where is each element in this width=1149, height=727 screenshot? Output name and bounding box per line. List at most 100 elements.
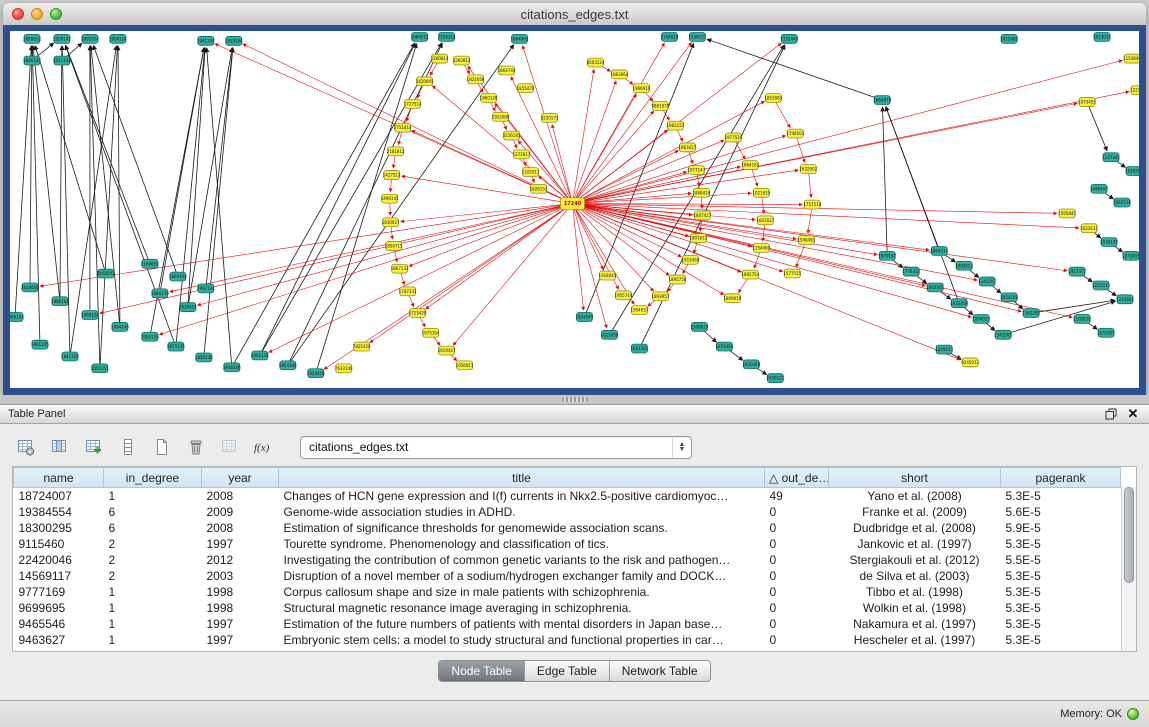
table-cell[interactable]: Nakamura et al. (1997) <box>829 616 1001 632</box>
table-cell[interactable]: 0 <box>765 552 829 568</box>
graph-node[interactable]: 1904553 <box>955 261 973 270</box>
graph-node[interactable]: 1102610 <box>1073 315 1091 324</box>
graph-edge[interactable] <box>409 204 573 267</box>
table-row[interactable]: 2242004622012Investigating the contribut… <box>14 552 1121 568</box>
graph-node[interactable]: 1920450 <box>307 369 325 378</box>
graph-node[interactable]: 1154840 <box>1123 54 1139 63</box>
memory-status-icon[interactable] <box>1127 708 1139 720</box>
graph-edge[interactable] <box>90 46 100 368</box>
graph-node[interactable]: 1853083 <box>764 94 782 103</box>
graph-edge[interactable] <box>232 43 415 367</box>
graph-node[interactable]: 1860128 <box>480 94 498 103</box>
table-row[interactable]: 977716911998Corpus callosum shape and si… <box>14 584 1121 600</box>
graph-node[interactable]: 3220171 <box>541 113 559 122</box>
graph-node[interactable]: 1508619 <box>690 322 708 331</box>
table-cell[interactable]: 1 <box>104 584 202 600</box>
graph-node[interactable]: 1601627 <box>756 216 774 225</box>
table-cell[interactable]: Investigating the contribution of common… <box>279 552 765 568</box>
table-cell[interactable]: 9777169 <box>14 584 104 600</box>
graph-node[interactable]: 1854106 <box>279 361 297 370</box>
graph-node[interactable]: 1954937 <box>631 306 649 315</box>
table-cell[interactable]: 2 <box>104 552 202 568</box>
graph-edge[interactable] <box>40 204 573 287</box>
table-row[interactable]: 1938455462009Genome-wide association stu… <box>14 504 1121 520</box>
graph-node[interactable]: 1915469 <box>681 255 699 264</box>
tab-edge-table[interactable]: Edge Table <box>525 661 610 681</box>
table-cell[interactable]: 5.3E-5 <box>1001 568 1121 584</box>
graph-edge[interactable] <box>573 60 1123 203</box>
table-cell[interactable]: 19384554 <box>14 504 104 520</box>
graph-node[interactable]: 2060501 <box>97 269 115 278</box>
graph-node[interactable]: 1809619 <box>723 294 741 303</box>
graph-edge[interactable] <box>32 46 40 345</box>
column-header[interactable]: title <box>279 468 765 488</box>
graph-node[interactable]: 1595845 <box>1058 209 1076 218</box>
graph-node[interactable]: 1841109 <box>61 352 79 361</box>
graph-node[interactable]: 1863064 <box>611 70 629 79</box>
minimize-window-button[interactable] <box>31 8 43 20</box>
table-cell[interactable]: 2009 <box>202 504 279 520</box>
table-cell[interactable]: Corpus callosum shape and size in male p… <box>279 584 765 600</box>
graph-edge[interactable] <box>432 86 572 204</box>
table-cell[interactable]: 2 <box>104 536 202 552</box>
graph-node[interactable]: 2050139 <box>141 332 159 341</box>
graph-edge[interactable] <box>15 46 31 317</box>
table-cell[interactable]: Estimation of significance thresholds fo… <box>279 520 765 536</box>
graph-edge[interactable] <box>288 45 514 366</box>
table-cell[interactable]: 0 <box>765 600 829 616</box>
window-titlebar[interactable]: citations_edges.txt <box>3 3 1146 26</box>
graph-node[interactable]: 1922008 <box>492 112 510 121</box>
graph-edge[interactable] <box>269 204 573 353</box>
graph-edge[interactable] <box>573 43 665 204</box>
table-cell[interactable]: 2008 <box>202 488 279 505</box>
close-panel-icon[interactable]: ✕ <box>1125 407 1141 421</box>
table-cell[interactable]: 6 <box>104 520 202 536</box>
table-cell[interactable]: 1 <box>104 632 202 648</box>
table-cell[interactable]: Wolkin et al. (1998) <box>829 600 1001 616</box>
graph-node[interactable]: 1227341 <box>1102 153 1120 162</box>
table-cell[interactable]: 9465546 <box>14 616 104 632</box>
graph-node[interactable]: 1427512 <box>383 171 401 180</box>
graph-edge[interactable] <box>60 46 62 301</box>
delete-column-icon[interactable] <box>184 436 208 458</box>
graph-node[interactable]: 1962157 <box>667 121 685 130</box>
graph-node[interactable]: 1880104 <box>10 313 24 322</box>
table-scrollbar[interactable] <box>1121 486 1136 651</box>
graph-edge[interactable] <box>35 45 106 273</box>
graph-node[interactable]: 1977147 <box>687 166 705 175</box>
graph-node[interactable]: 9245012 <box>961 358 979 367</box>
graph-node[interactable]: 1869104 <box>169 272 187 281</box>
graph-node[interactable]: 1895758 <box>669 275 687 284</box>
graph-node[interactable]: 1619447 <box>438 346 456 355</box>
graph-node[interactable]: 1322011 <box>522 168 540 177</box>
graph-node[interactable]: 1963427 <box>678 143 696 152</box>
close-window-button[interactable] <box>12 8 24 20</box>
table-row[interactable]: 1456911722003Disruption of a novel membe… <box>14 568 1121 584</box>
graph-node[interactable]: 1440493 <box>1090 184 1108 193</box>
graph-node[interactable]: 1806124 <box>23 56 41 65</box>
table-cell[interactable]: 5.3E-5 <box>1001 616 1121 632</box>
graph-node[interactable]: 1886104 <box>51 297 69 306</box>
table-cell[interactable]: 2008 <box>202 520 279 536</box>
graph-node[interactable]: 1801612 <box>689 234 707 243</box>
graph-node[interactable]: 1862351 <box>926 283 944 292</box>
table-cell[interactable]: Tibbo et al. (1998) <box>829 584 1001 600</box>
graph-node[interactable]: 2260814 <box>431 54 449 63</box>
graph-node[interactable]: 1616312 <box>1125 167 1139 176</box>
float-panel-icon[interactable] <box>1103 407 1119 421</box>
graph-node[interactable]: 1962516 <box>1113 198 1131 207</box>
graph-node[interactable]: 2208318 <box>438 32 456 41</box>
graph-node[interactable]: 1154469 <box>752 244 770 253</box>
column-header[interactable]: short <box>829 468 1001 488</box>
graph-node[interactable]: 1986012 <box>411 32 429 41</box>
graph-edge[interactable] <box>316 44 417 374</box>
table-cell[interactable]: de Silva et al. (2003) <box>829 568 1001 584</box>
table-cell[interactable]: 18300295 <box>14 520 104 536</box>
new-table-icon[interactable] <box>150 436 174 458</box>
graph-node[interactable]: 1675304 <box>422 328 440 337</box>
graph-node[interactable]: 1854450 <box>715 342 733 351</box>
graph-edge[interactable] <box>573 204 1022 312</box>
graph-node[interactable]: 1994124 <box>109 34 127 43</box>
graph-edge[interactable] <box>573 204 961 360</box>
graph-node[interactable]: 1856715 <box>385 242 403 251</box>
